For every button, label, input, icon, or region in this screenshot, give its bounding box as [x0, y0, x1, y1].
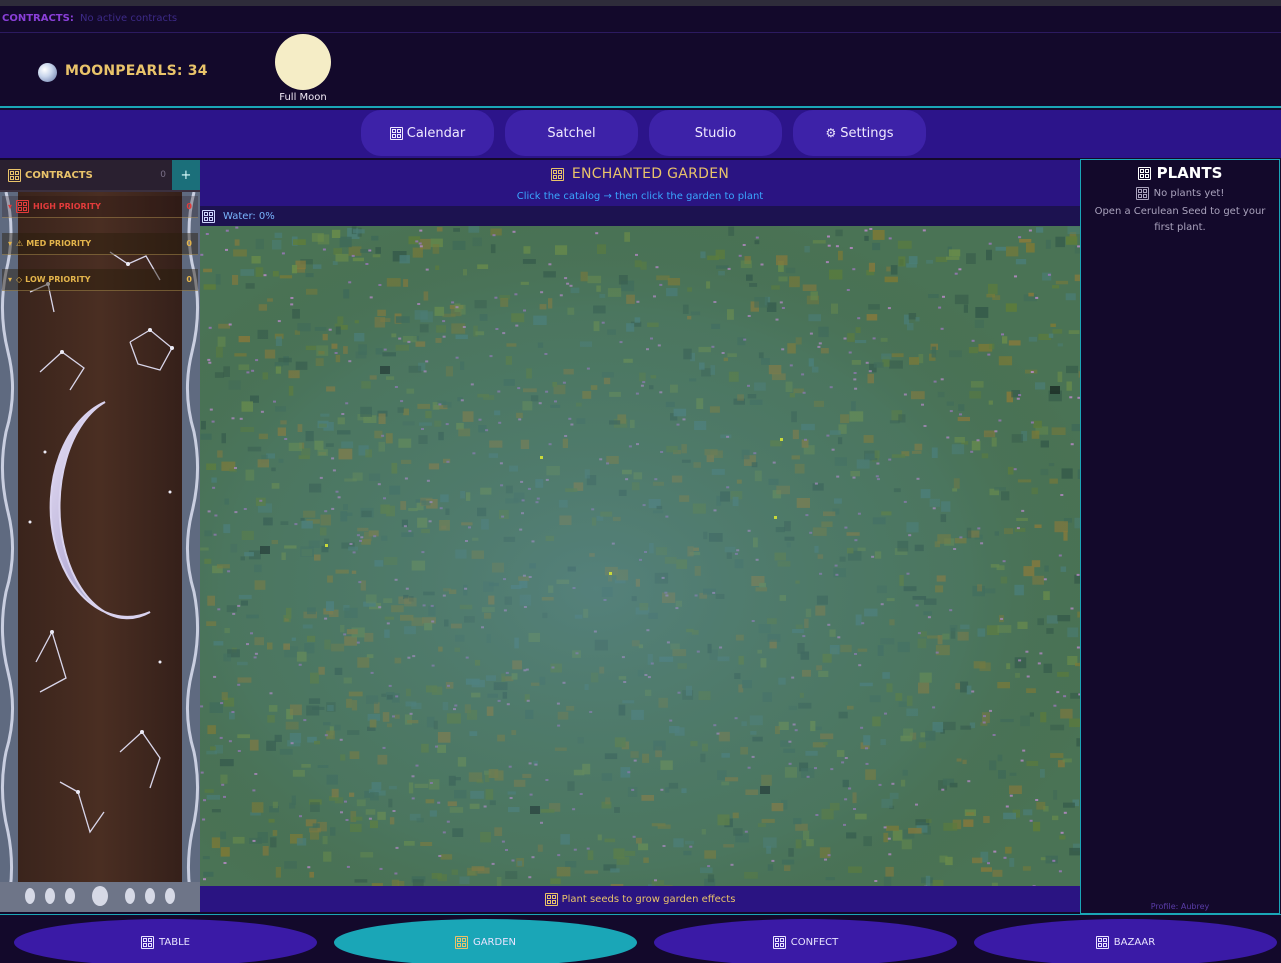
garden-field — [200, 226, 1080, 886]
plants-title-text: PLANTS — [1156, 164, 1223, 182]
moonpearls-counter: MOONPEARLS: 34 — [65, 63, 208, 79]
garden-title-text: ENCHANTED GARDEN — [571, 166, 730, 182]
garden-title: ENCHANTED GARDEN — [200, 166, 1080, 182]
satchel-button-label: Satchel — [547, 125, 596, 141]
low-priority-count: 0 — [186, 275, 192, 284]
seed-icon — [544, 892, 558, 906]
high-priority-section[interactable]: ▾ HIGH PRIORITY 0 — [2, 196, 198, 218]
app-root: CONTRACTS: No active contracts MOONPEARL… — [0, 0, 1281, 963]
confect-icon — [772, 936, 786, 949]
low-priority-label: LOW PRIORITY — [25, 275, 91, 284]
contracts-status-label: CONTRACTS: — [2, 13, 74, 24]
water-level: Water: 0% — [223, 210, 275, 222]
chevron-down-icon: ▾ — [8, 202, 13, 211]
calendar-button-label: Calendar — [406, 125, 466, 141]
med-priority-label: MED PRIORITY — [26, 239, 92, 248]
tab-confect-label: CONFECT — [790, 937, 839, 948]
garden-header: ENCHANTED GARDEN Click the catalog → the… — [200, 160, 1080, 206]
garden-icon — [550, 167, 564, 181]
tab-garden[interactable]: GARDEN — [334, 919, 637, 963]
med-priority-icon: ⚠ — [16, 239, 24, 248]
tab-table-label: TABLE — [159, 937, 190, 948]
contracts-icon — [8, 168, 21, 182]
bottom-tabs: TABLE GARDEN CONFECT BAZAAR — [0, 914, 1281, 963]
contracts-sidebar: CONTRACTS 0 + ▾ HIGH PRIORITY 0 ▾ ⚠ MED … — [0, 160, 200, 912]
plants-empty-text: No plants yet! — [1153, 188, 1225, 199]
high-priority-label: HIGH PRIORITY — [33, 202, 101, 211]
studio-button[interactable]: Studio — [649, 110, 782, 156]
studio-button-label: Studio — [694, 125, 737, 141]
settings-button[interactable]: ⚙ Settings — [793, 110, 926, 156]
add-contract-button[interactable]: + — [172, 160, 200, 190]
firefly — [325, 544, 328, 547]
contracts-sidebar-title: CONTRACTS — [25, 169, 93, 181]
garden-tab-icon — [454, 936, 468, 949]
empty-plants-icon — [1135, 187, 1149, 200]
contracts-status-strip: CONTRACTS: No active contracts — [0, 6, 1281, 33]
plants-empty-message: No plants yet! — [1081, 187, 1279, 200]
med-priority-section[interactable]: ▾ ⚠ MED PRIORITY 0 — [2, 233, 198, 255]
plants-tip: Open a Cerulean Seed to get your first p… — [1094, 206, 1266, 233]
gear-icon: ⚙ — [825, 126, 837, 140]
chevron-down-icon: ▾ — [8, 275, 13, 284]
settings-button-label: Settings — [840, 125, 894, 141]
satchel-button[interactable]: Satchel — [505, 110, 638, 156]
garden-footer-text: Plant seeds to grow garden effects — [561, 893, 736, 905]
header: MOONPEARLS: 34 Full Moon — [0, 34, 1281, 108]
firefly — [780, 438, 783, 441]
low-priority-icon: ◇ — [16, 275, 23, 284]
garden-hint: Click the catalog → then click the garde… — [516, 191, 764, 202]
moon-phase-label: Full Moon — [279, 92, 327, 103]
firefly — [540, 456, 543, 459]
calendar-button[interactable]: Calendar — [361, 110, 494, 156]
moonpearl-icon — [38, 63, 57, 82]
bazaar-icon — [1095, 936, 1109, 949]
contracts-count: 0 — [160, 170, 166, 180]
moon-tarot-art — [0, 192, 200, 912]
tab-bazaar[interactable]: BAZAAR — [974, 919, 1277, 963]
tab-table[interactable]: TABLE — [14, 919, 317, 963]
water-bar: Water: 0% — [200, 206, 1080, 226]
top-nav: Calendar Satchel Studio ⚙ Settings — [0, 110, 1281, 158]
plants-panel: PLANTS No plants yet! Open a Cerulean Se… — [1080, 159, 1280, 914]
tab-bazaar-label: BAZAAR — [1113, 937, 1156, 948]
garden-footer: Plant seeds to grow garden effects — [200, 886, 1080, 912]
profile-label[interactable]: Profile: Aubrey — [1081, 902, 1279, 911]
water-icon — [202, 209, 215, 223]
calendar-grid-icon — [389, 126, 403, 140]
table-icon — [141, 936, 155, 949]
high-priority-icon — [16, 200, 30, 213]
contracts-status-value: No active contracts — [80, 13, 178, 24]
full-moon-icon[interactable] — [275, 34, 331, 90]
tab-garden-label: GARDEN — [472, 937, 517, 948]
tab-confect[interactable]: CONFECT — [654, 919, 957, 963]
plants-title: PLANTS — [1081, 164, 1279, 182]
low-priority-section[interactable]: ▾ ◇ LOW PRIORITY 0 — [2, 269, 198, 291]
garden-canvas[interactable] — [200, 226, 1080, 886]
firefly — [774, 516, 777, 519]
high-priority-count: 0 — [186, 202, 192, 211]
contracts-sidebar-header: CONTRACTS 0 + — [0, 160, 200, 190]
med-priority-count: 0 — [186, 239, 192, 248]
firefly — [609, 572, 612, 575]
plants-icon — [1137, 166, 1151, 180]
chevron-down-icon: ▾ — [8, 239, 13, 248]
